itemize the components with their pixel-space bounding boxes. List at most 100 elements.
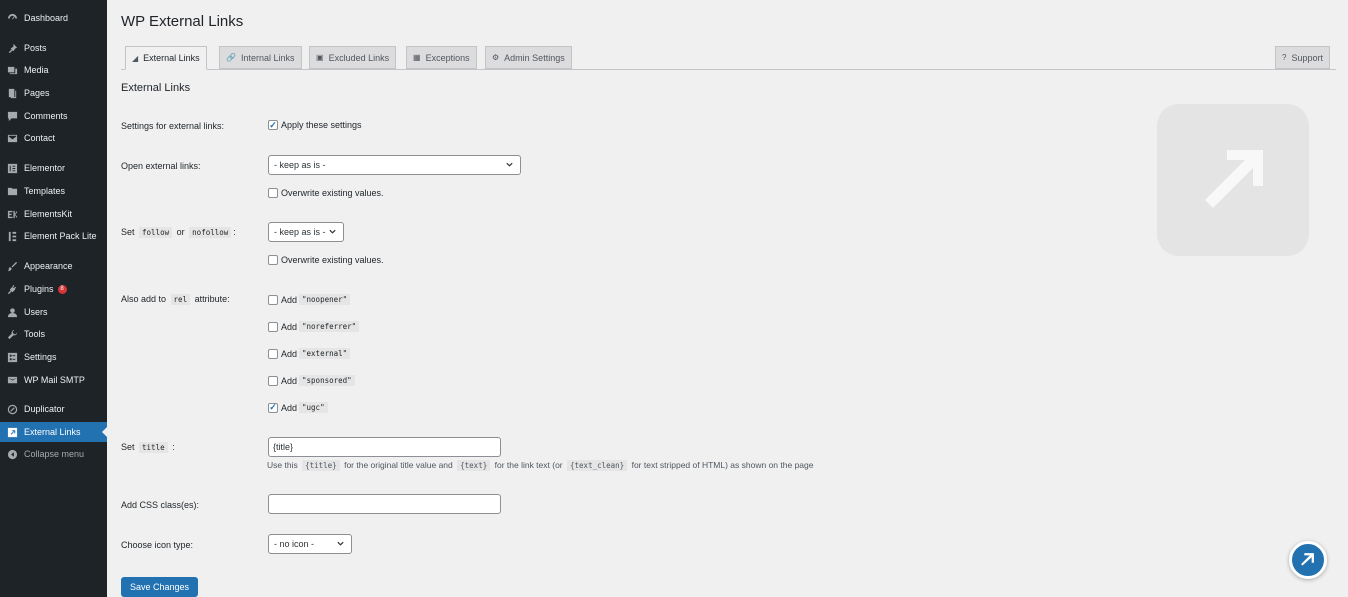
chevron-down-icon <box>337 541 344 546</box>
apply-settings-checkbox[interactable] <box>268 120 278 130</box>
sidebar-item-label: External Links <box>24 427 81 437</box>
rel-add-label: Add <box>281 402 298 413</box>
sidebar-item-label: Posts <box>24 43 47 53</box>
sidebar-item-users[interactable]: Users <box>0 302 107 322</box>
help-code-text: {text} <box>457 460 491 471</box>
help-text-part: for the link text (or <box>494 460 563 470</box>
gears-icon: ⚙ <box>492 53 500 62</box>
apply-settings-label: Apply these settings <box>281 120 362 130</box>
title-input[interactable]: {title} <box>268 437 501 457</box>
icon-type-select[interactable]: - no icon - <box>268 534 352 554</box>
external-link-icon: ◢ <box>132 53 139 63</box>
follow-code: follow <box>139 227 173 238</box>
sidebar-item-elementor[interactable]: Elementor <box>0 158 107 178</box>
sidebar-item-label: Users <box>24 307 48 317</box>
tab-admin-settings[interactable]: ⚙ Admin Settings <box>485 46 572 69</box>
rel-noopener-row: Add "noopener" <box>268 294 352 305</box>
title-label: Set title : <box>121 442 175 453</box>
brush-icon <box>6 260 18 272</box>
sidebar-item-label: Media <box>24 65 49 75</box>
title-code: title <box>139 442 168 453</box>
follow-select[interactable]: - keep as is - <box>268 222 344 242</box>
save-changes-button[interactable]: Save Changes <box>121 577 199 597</box>
rel-sponsored-code: "sponsored" <box>299 375 355 386</box>
tab-exceptions[interactable]: ▦ Exceptions <box>406 46 477 69</box>
sidebar-item-templates[interactable]: Templates <box>0 181 107 201</box>
sidebar-item-label: ElementsKit <box>24 209 73 219</box>
overwrite-follow-label: Overwrite existing values. <box>281 255 384 265</box>
external-links-fab-button[interactable] <box>1289 541 1327 579</box>
sidebar-item-dashboard[interactable]: Dashboard <box>0 8 107 28</box>
overwrite-open-checkbox[interactable] <box>268 188 278 198</box>
css-class-label: Add CSS class(es): <box>121 500 200 510</box>
excluded-icon: ▣ <box>316 53 324 62</box>
tab-label: External Links <box>143 53 200 63</box>
icon-type-label: Choose icon type: <box>121 540 194 550</box>
css-class-input[interactable] <box>268 494 501 514</box>
rel-noreferrer-code: "noreferrer" <box>299 321 360 332</box>
tab-support[interactable]: ? Support <box>1275 46 1330 69</box>
sidebar-item-comments[interactable]: Comments <box>0 106 107 126</box>
tab-label: Admin Settings <box>504 52 565 63</box>
tab-external-links[interactable]: ◢ External Links <box>125 46 207 70</box>
admin-sidebar: Dashboard Posts Media Pages Comments Con… <box>0 0 107 597</box>
rel-noopener-checkbox[interactable] <box>268 294 278 305</box>
sidebar-item-media[interactable]: Media <box>0 60 107 80</box>
rel-add-label: Add <box>281 375 298 386</box>
sidebar-item-pages[interactable]: Pages <box>0 83 107 103</box>
sidebar-item-tools[interactable]: Tools <box>0 324 107 344</box>
title-label-suffix: : <box>172 442 175 452</box>
external-link-icon <box>6 426 18 438</box>
chevron-down-icon <box>329 229 336 234</box>
elementor-icon <box>6 162 18 174</box>
sidebar-item-label: Duplicator <box>24 404 65 414</box>
rel-noreferrer-checkbox[interactable] <box>268 321 278 332</box>
sidebar-item-appearance[interactable]: Appearance <box>0 256 107 276</box>
sidebar-item-posts[interactable]: Posts <box>0 38 107 58</box>
sidebar-item-settings[interactable]: Settings <box>0 347 107 367</box>
rel-external-checkbox[interactable] <box>268 348 278 359</box>
follow-label-suffix: : <box>233 227 236 237</box>
plug-icon <box>6 283 18 295</box>
overwrite-open-label: Overwrite existing values. <box>281 188 384 198</box>
sidebar-item-label: Plugins <box>24 284 54 294</box>
sidebar-item-plugins[interactable]: Plugins 8 <box>0 279 107 299</box>
sidebar-item-label: Dashboard <box>24 13 69 23</box>
sidebar-item-duplicator[interactable]: Duplicator <box>0 399 107 419</box>
sidebar-item-label: Settings <box>24 352 57 362</box>
follow-or-text: or <box>176 227 185 237</box>
external-link-arrow-icon <box>1205 150 1263 208</box>
overwrite-open-row: Overwrite existing values. <box>268 188 384 198</box>
help-text-part: for text stripped of HTML) as shown on t… <box>631 460 814 470</box>
rel-sponsored-checkbox[interactable] <box>268 375 278 386</box>
tab-internal-links[interactable]: 🔗 Internal Links <box>219 46 302 69</box>
section-title: External Links <box>121 82 191 94</box>
rel-ugc-checkbox[interactable] <box>268 402 278 413</box>
sidebar-item-label: Appearance <box>24 261 73 271</box>
rel-add-label: Add <box>281 294 298 305</box>
sidebar-item-label: Element Pack Lite <box>24 231 97 241</box>
help-code-title: {title} <box>302 460 340 471</box>
page-title: WP External Links <box>121 13 244 30</box>
collapse-menu-button[interactable]: Collapse menu <box>0 444 107 464</box>
rel-code: rel <box>170 294 191 305</box>
sidebar-item-external-links[interactable]: External Links <box>0 422 107 442</box>
external-links-logo <box>1157 104 1309 256</box>
sidebar-item-element-pack-lite[interactable]: Element Pack Lite <box>0 226 107 246</box>
tab-excluded-links[interactable]: ▣ Excluded Links <box>309 46 397 69</box>
elementskit-icon <box>6 208 18 220</box>
sidebar-item-label: Comments <box>24 111 68 121</box>
tab-label: Internal Links <box>240 52 295 63</box>
rel-external-code: "external" <box>299 348 351 359</box>
rel-noopener-code: "noopener" <box>299 294 351 305</box>
open-links-label: Open external links: <box>121 161 201 171</box>
help-code-text-clean: {text_clean} <box>567 460 628 471</box>
rel-external-row: Add "external" <box>268 348 352 359</box>
open-links-select[interactable]: - keep as is - <box>268 155 521 175</box>
sidebar-item-contact[interactable]: Contact <box>0 128 107 148</box>
overwrite-follow-checkbox[interactable] <box>268 255 278 265</box>
title-label-prefix: Set <box>121 442 135 452</box>
sidebar-item-wp-mail-smtp[interactable]: WP Mail SMTP <box>0 370 107 390</box>
sidebar-item-elementskit[interactable]: ElementsKit <box>0 204 107 224</box>
external-link-arrow-icon <box>1301 553 1314 566</box>
